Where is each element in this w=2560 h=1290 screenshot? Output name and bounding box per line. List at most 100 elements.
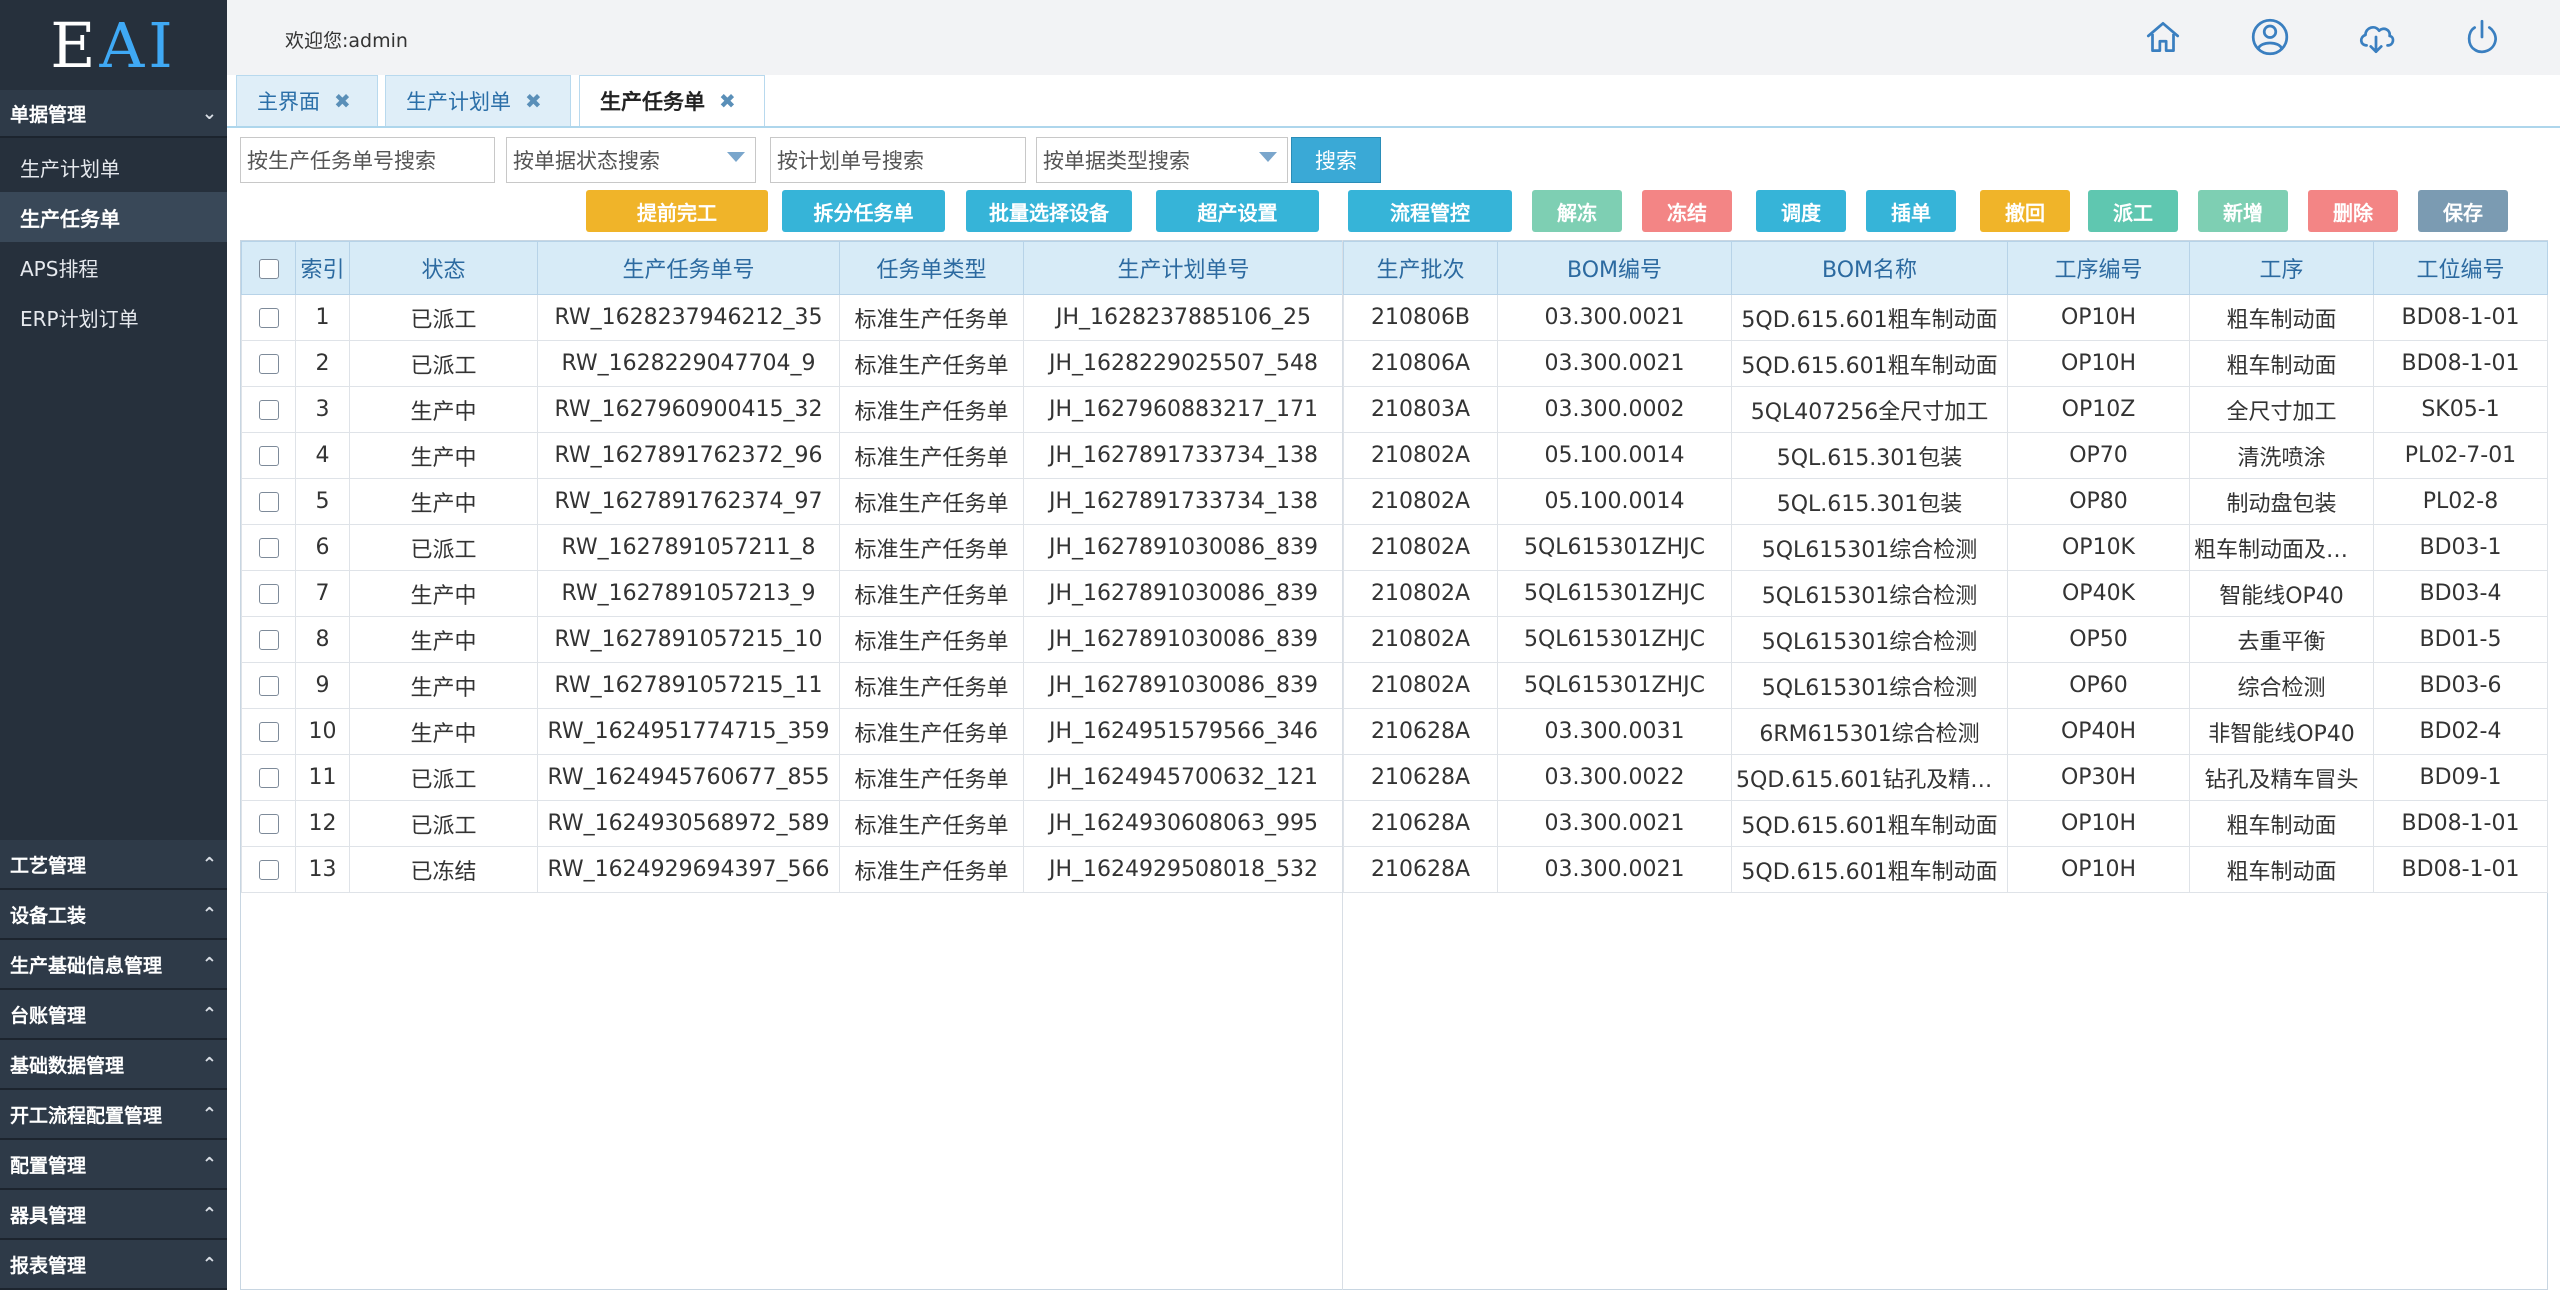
cloud-download-icon[interactable] <box>2355 16 2397 58</box>
save-button[interactable]: 保存 <box>2418 190 2508 232</box>
split-task-button[interactable]: 拆分任务单 <box>782 190 945 232</box>
table-row[interactable]: 11 已派工 RW_1624945760677_855 标准生产任务单 JH_16249… <box>241 754 2548 801</box>
column-header[interactable]: 工序编号 <box>2007 241 2190 295</box>
chevron-up-icon: ⌃ <box>201 1253 217 1275</box>
table-row[interactable]: 8 生产中 RW_1627891057215_10 标准生产任务单 JH_1627891… <box>241 616 2548 663</box>
close-icon[interactable]: ✖ <box>334 89 351 113</box>
table-row[interactable]: 10 生产中 RW_1624951774715_359 标准生产任务单 JH_16249… <box>241 708 2548 755</box>
table-row[interactable]: 6 已派工 RW_1627891057211_8 标准生产任务单 JH_16278910… <box>241 524 2548 571</box>
checkbox[interactable] <box>258 538 279 558</box>
user-icon[interactable] <box>2249 16 2291 58</box>
column-header[interactable]: 状态 <box>349 241 538 295</box>
column-header[interactable]: 生产计划单号 <box>1023 241 1344 295</box>
table-cell: 钻孔及精车冒头 <box>2189 754 2374 801</box>
row-checkbox-cell[interactable] <box>241 708 296 755</box>
menu-group-reports[interactable]: 报表管理 ⌃ <box>0 1240 227 1290</box>
row-checkbox-cell[interactable] <box>241 386 296 433</box>
column-header[interactable]: 生产任务单号 <box>537 241 840 295</box>
menu-group-ledger[interactable]: 台账管理 ⌃ <box>0 990 227 1040</box>
table-cell: OP10H <box>2007 294 2190 341</box>
checkbox[interactable] <box>258 860 279 880</box>
freeze-button[interactable]: 冻结 <box>1642 190 1732 232</box>
close-icon[interactable]: ✖ <box>525 89 542 113</box>
menu-group-equipment[interactable]: 设备工装 ⌃ <box>0 890 227 940</box>
sidebar-item-production-plan[interactable]: 生产计划单 <box>0 142 227 192</box>
overproduction-settings-button[interactable]: 超产设置 <box>1156 190 1319 232</box>
tab-production-task[interactable]: 生产任务单 ✖ <box>579 75 765 126</box>
type-search-select[interactable]: 按单据类型搜索 <box>1036 137 1288 183</box>
checkbox[interactable] <box>258 446 279 466</box>
status-search-select[interactable]: 按单据状态搜索 <box>506 137 756 183</box>
assign-work-button[interactable]: 派工 <box>2088 190 2178 232</box>
menu-group-production-basic-info[interactable]: 生产基础信息管理 ⌃ <box>0 940 227 990</box>
table-row[interactable]: 7 生产中 RW_1627891057213_9 标准生产任务单 JH_16278910… <box>241 570 2548 617</box>
checkbox[interactable] <box>258 768 279 788</box>
tab-production-plan[interactable]: 生产计划单 ✖ <box>385 75 571 126</box>
early-finish-button[interactable]: 提前完工 <box>586 190 768 232</box>
table-cell: 制动盘包装 <box>2189 478 2374 525</box>
row-checkbox-cell[interactable] <box>241 800 296 847</box>
row-checkbox-cell[interactable] <box>241 294 296 341</box>
plan-no-search-input[interactable]: 按计划单号搜索 <box>770 137 1026 183</box>
row-checkbox-cell[interactable] <box>241 616 296 663</box>
menu-group-documents[interactable]: 单据管理 ⌄ <box>0 90 227 138</box>
column-header[interactable]: 生产批次 <box>1343 241 1498 295</box>
column-header[interactable]: 索引 <box>295 241 350 295</box>
checkbox[interactable] <box>258 814 279 834</box>
home-icon[interactable] <box>2142 16 2184 58</box>
checkbox[interactable] <box>258 308 279 328</box>
checkbox[interactable] <box>258 492 279 512</box>
table-row[interactable]: 2 已派工 RW_1628229047704_9 标准生产任务单 JH_16282290… <box>241 340 2548 387</box>
table-row[interactable]: 3 生产中 RW_1627960900415_32 标准生产任务单 JH_1627960… <box>241 386 2548 433</box>
column-header[interactable]: 工序 <box>2189 241 2374 295</box>
checkbox[interactable] <box>258 258 279 279</box>
task-no-search-input[interactable]: 按生产任务单号搜索 <box>240 137 495 183</box>
sidebar-item-production-task[interactable]: 生产任务单 <box>0 192 227 242</box>
search-button[interactable]: 搜索 <box>1291 137 1381 183</box>
menu-group-config[interactable]: 配置管理 ⌃ <box>0 1140 227 1190</box>
unfreeze-button[interactable]: 解冻 <box>1532 190 1622 232</box>
power-icon[interactable] <box>2461 16 2503 58</box>
menu-group-start-flow-config[interactable]: 开工流程配置管理 ⌃ <box>0 1090 227 1140</box>
add-button[interactable]: 新增 <box>2198 190 2288 232</box>
checkbox[interactable] <box>258 584 279 604</box>
sidebar-item-erp-plan-order[interactable]: ERP计划订单 <box>0 292 227 342</box>
dispatch-schedule-button[interactable]: 调度 <box>1756 190 1846 232</box>
checkbox[interactable] <box>258 630 279 650</box>
table-row[interactable]: 5 生产中 RW_1627891762374_97 标准生产任务单 JH_1627891… <box>241 478 2548 525</box>
table-cell: JH_1627891733734_138 <box>1023 478 1344 525</box>
withdraw-button[interactable]: 撤回 <box>1980 190 2070 232</box>
checkbox[interactable] <box>258 722 279 742</box>
delete-button[interactable]: 删除 <box>2308 190 2398 232</box>
select-all-checkbox[interactable] <box>241 241 296 295</box>
batch-select-equipment-button[interactable]: 批量选择设备 <box>966 190 1132 232</box>
row-checkbox-cell[interactable] <box>241 524 296 571</box>
process-control-button[interactable]: 流程管控 <box>1348 190 1512 232</box>
column-header[interactable]: 工位编号 <box>2373 241 2548 295</box>
column-header[interactable]: BOM名称 <box>1731 241 2008 295</box>
row-checkbox-cell[interactable] <box>241 662 296 709</box>
table-row[interactable]: 13 已冻结 RW_1624929694397_566 标准生产任务单 JH_16249… <box>241 846 2548 893</box>
table-row[interactable]: 12 已派工 RW_1624930568972_589 标准生产任务单 JH_16249… <box>241 800 2548 847</box>
close-icon[interactable]: ✖ <box>719 89 736 113</box>
row-checkbox-cell[interactable] <box>241 846 296 893</box>
row-checkbox-cell[interactable] <box>241 754 296 801</box>
insert-order-button[interactable]: 插单 <box>1866 190 1956 232</box>
table-row[interactable]: 9 生产中 RW_1627891057215_11 标准生产任务单 JH_1627891… <box>241 662 2548 709</box>
table-row[interactable]: 4 生产中 RW_1627891762372_96 标准生产任务单 JH_1627891… <box>241 432 2548 479</box>
row-checkbox-cell[interactable] <box>241 570 296 617</box>
column-header[interactable]: 任务单类型 <box>839 241 1024 295</box>
sidebar-item-aps-schedule[interactable]: APS排程 <box>0 242 227 292</box>
menu-group-tools[interactable]: 器具管理 ⌃ <box>0 1190 227 1240</box>
menu-group-basic-data[interactable]: 基础数据管理 ⌃ <box>0 1040 227 1090</box>
table-row[interactable]: 1 已派工 RW_1628237946212_35 标准生产任务单 JH_1628237… <box>241 294 2548 341</box>
column-header[interactable]: BOM编号 <box>1497 241 1732 295</box>
row-checkbox-cell[interactable] <box>241 340 296 387</box>
checkbox[interactable] <box>258 676 279 696</box>
row-checkbox-cell[interactable] <box>241 432 296 479</box>
tab-home[interactable]: 主界面 ✖ <box>236 75 378 126</box>
row-checkbox-cell[interactable] <box>241 478 296 525</box>
checkbox[interactable] <box>258 354 279 374</box>
menu-group-process[interactable]: 工艺管理 ⌃ <box>0 840 227 890</box>
checkbox[interactable] <box>258 400 279 420</box>
